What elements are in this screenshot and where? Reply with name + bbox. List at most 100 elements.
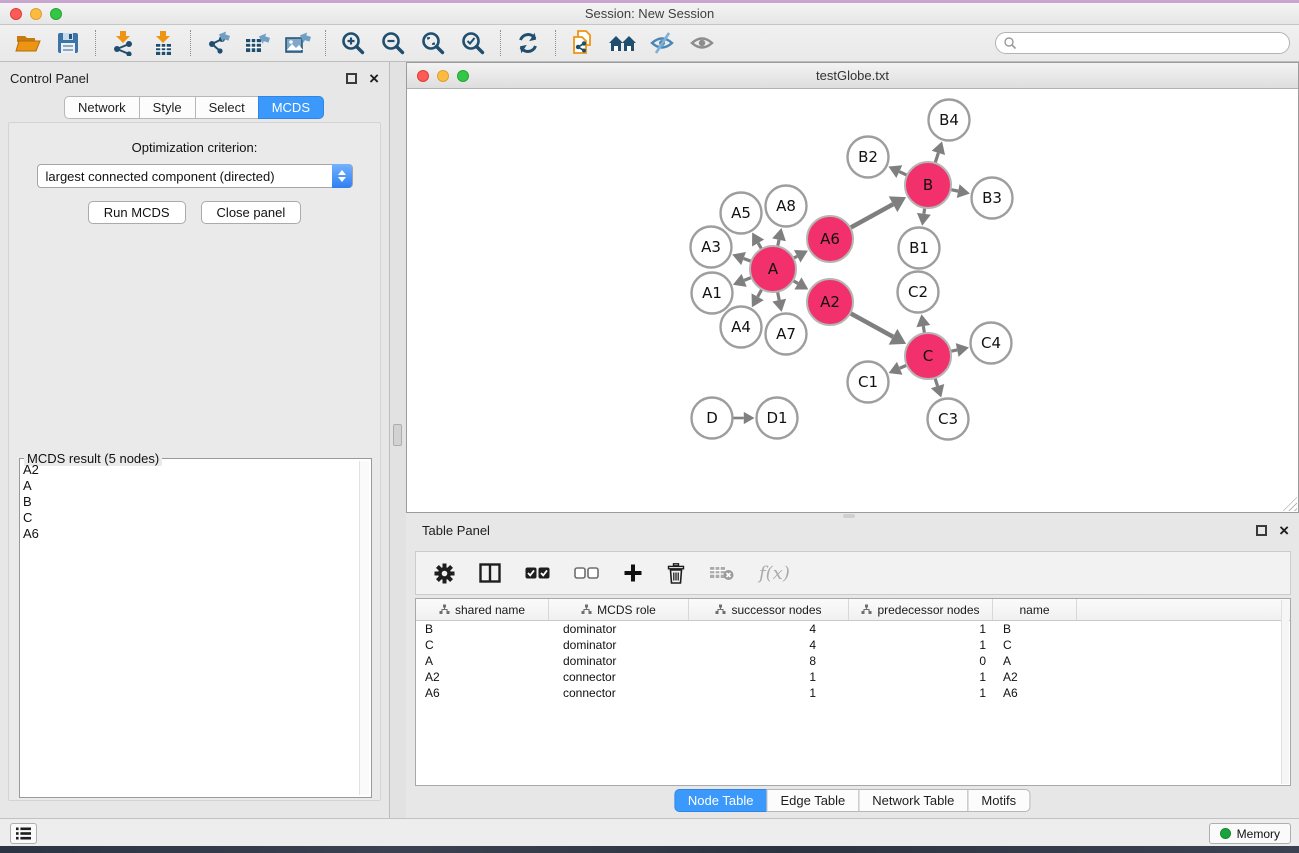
column-header-shared-name[interactable]: shared name xyxy=(416,599,549,620)
column-edit-icon xyxy=(861,604,872,615)
export-network-button[interactable] xyxy=(198,27,238,59)
column-header-MCDS-role[interactable]: MCDS role xyxy=(549,599,689,620)
close-panel-button[interactable]: Close panel xyxy=(201,201,302,224)
tab-network[interactable]: Network xyxy=(64,96,140,119)
delete-table-icon[interactable] xyxy=(709,565,735,581)
table-scrollbar[interactable] xyxy=(1281,600,1289,784)
open-session-button[interactable] xyxy=(8,27,48,59)
save-session-button[interactable] xyxy=(48,27,88,59)
float-panel-icon[interactable] xyxy=(346,73,357,84)
graph-edge-C-C2[interactable] xyxy=(923,326,924,333)
splitter-handle[interactable] xyxy=(393,424,402,446)
graph-edge-A-A3[interactable] xyxy=(744,259,752,262)
network-window-titlebar[interactable]: testGlobe.txt xyxy=(407,63,1298,89)
mcds-result-list[interactable]: A2ABCA6 xyxy=(23,462,357,794)
new-network-from-selection-button[interactable] xyxy=(563,27,603,59)
table-cell: 0 xyxy=(849,653,993,669)
search-icon xyxy=(1003,36,1017,50)
network-canvas[interactable]: AA1A3A4A5A7A8A6A2BB1B2B3B4CC1C2C3C4DD1 xyxy=(407,89,1298,512)
table-tab-motifs[interactable]: Motifs xyxy=(967,789,1030,812)
zoom-fit-button[interactable] xyxy=(413,27,453,59)
vertical-splitter[interactable] xyxy=(390,62,406,818)
first-neighbors-button[interactable] xyxy=(603,27,643,59)
hide-selected-icon xyxy=(649,31,677,55)
table-tab-node-table[interactable]: Node Table xyxy=(674,789,768,812)
toolbar-separator xyxy=(190,30,191,56)
tab-style[interactable]: Style xyxy=(139,96,196,119)
add-column-icon[interactable] xyxy=(623,563,643,583)
tab-select[interactable]: Select xyxy=(195,96,259,119)
table-tab-edge-table[interactable]: Edge Table xyxy=(766,789,859,812)
select-all-icon[interactable] xyxy=(525,567,550,579)
graph-edge-A-A7[interactable] xyxy=(778,292,780,301)
graph-edge-A6-B[interactable] xyxy=(850,204,893,228)
criterion-select[interactable]: largest connected component (directed) xyxy=(37,164,353,188)
graph-node-label: A5 xyxy=(731,204,751,222)
table-row[interactable]: Adominator80A xyxy=(416,653,1290,669)
graph-edge-A-A4[interactable] xyxy=(758,289,762,297)
graph-edge-arrow-icon xyxy=(957,184,970,198)
graph-edge-B-B2[interactable] xyxy=(899,172,907,176)
column-edit-icon xyxy=(439,604,450,615)
refresh-layout-button[interactable] xyxy=(508,27,548,59)
graph-edge-A-A8[interactable] xyxy=(778,240,779,247)
task-list-icon xyxy=(16,827,31,840)
run-mcds-button[interactable]: Run MCDS xyxy=(88,201,186,224)
deselect-all-icon[interactable] xyxy=(574,567,599,579)
graph-edge-A-A5[interactable] xyxy=(758,243,761,249)
column-header-successor-nodes[interactable]: successor nodes xyxy=(689,599,849,620)
mcds-result-group: MCDS result (5 nodes) A2ABCA6 xyxy=(19,458,372,798)
close-table-panel-icon[interactable]: × xyxy=(1279,525,1289,536)
graph-edge-B-B4[interactable] xyxy=(935,153,938,163)
import-table-button[interactable] xyxy=(143,27,183,59)
graph-edge-C-C1[interactable] xyxy=(900,365,907,368)
memory-button[interactable]: Memory xyxy=(1209,823,1291,844)
graph-edge-C-C3[interactable] xyxy=(935,378,938,386)
column-header-predecessor-nodes[interactable]: predecessor nodes xyxy=(849,599,993,620)
mcds-result-item[interactable]: C xyxy=(23,510,357,526)
graph-edge-A-A1[interactable] xyxy=(744,277,751,280)
graph-edge-A2-C[interactable] xyxy=(850,313,893,337)
search-box[interactable] xyxy=(995,32,1290,54)
toggle-panel-icon[interactable] xyxy=(479,563,501,583)
horizontal-splitter-handle[interactable] xyxy=(843,514,855,518)
column-header-name[interactable]: name xyxy=(993,599,1077,620)
table-row[interactable]: Cdominator41C xyxy=(416,637,1290,653)
graph-edge-B-B3[interactable] xyxy=(951,190,959,192)
table-header-row: shared nameMCDS rolesuccessor nodesprede… xyxy=(416,599,1290,621)
import-network-icon xyxy=(110,30,136,56)
float-table-panel-icon[interactable] xyxy=(1256,525,1267,536)
mcds-result-item[interactable]: A xyxy=(23,478,357,494)
table-tab-network-table[interactable]: Network Table xyxy=(858,789,968,812)
table-row[interactable]: Bdominator41B xyxy=(416,621,1290,637)
zoom-out-button[interactable] xyxy=(373,27,413,59)
graph-node-label: B4 xyxy=(939,111,959,129)
result-scrollbar[interactable] xyxy=(359,461,369,795)
graph-node-label: A3 xyxy=(701,238,721,256)
settings-gear-icon[interactable] xyxy=(434,563,455,584)
delete-column-icon[interactable] xyxy=(667,563,685,584)
mcds-result-item[interactable]: A6 xyxy=(23,526,357,542)
task-history-button[interactable] xyxy=(10,823,37,844)
mcds-result-item[interactable]: B xyxy=(23,494,357,510)
export-table-button[interactable] xyxy=(238,27,278,59)
mcds-tab-content: Optimization criterion: largest connecte… xyxy=(8,122,381,801)
close-panel-icon[interactable]: × xyxy=(369,73,379,84)
table-row[interactable]: A6connector11A6 xyxy=(416,685,1290,701)
zoom-selected-button[interactable] xyxy=(453,27,493,59)
table-body: Bdominator41BCdominator41CAdominator80AA… xyxy=(416,621,1290,701)
mcds-result-item[interactable]: A2 xyxy=(23,462,357,478)
table-row[interactable]: A2connector11A2 xyxy=(416,669,1290,685)
graph-edge-C-C4[interactable] xyxy=(951,350,958,351)
function-builder-icon[interactable]: f(x) xyxy=(759,563,790,584)
node-table[interactable]: shared nameMCDS rolesuccessor nodesprede… xyxy=(415,598,1291,786)
show-all-icon xyxy=(689,31,717,55)
tab-mcds[interactable]: MCDS xyxy=(258,96,324,119)
hide-selected-button[interactable] xyxy=(643,27,683,59)
zoom-in-icon xyxy=(340,30,366,56)
search-input[interactable] xyxy=(1017,34,1289,52)
import-network-button[interactable] xyxy=(103,27,143,59)
zoom-in-button[interactable] xyxy=(333,27,373,59)
show-all-button[interactable] xyxy=(683,27,723,59)
export-image-button[interactable] xyxy=(278,27,318,59)
